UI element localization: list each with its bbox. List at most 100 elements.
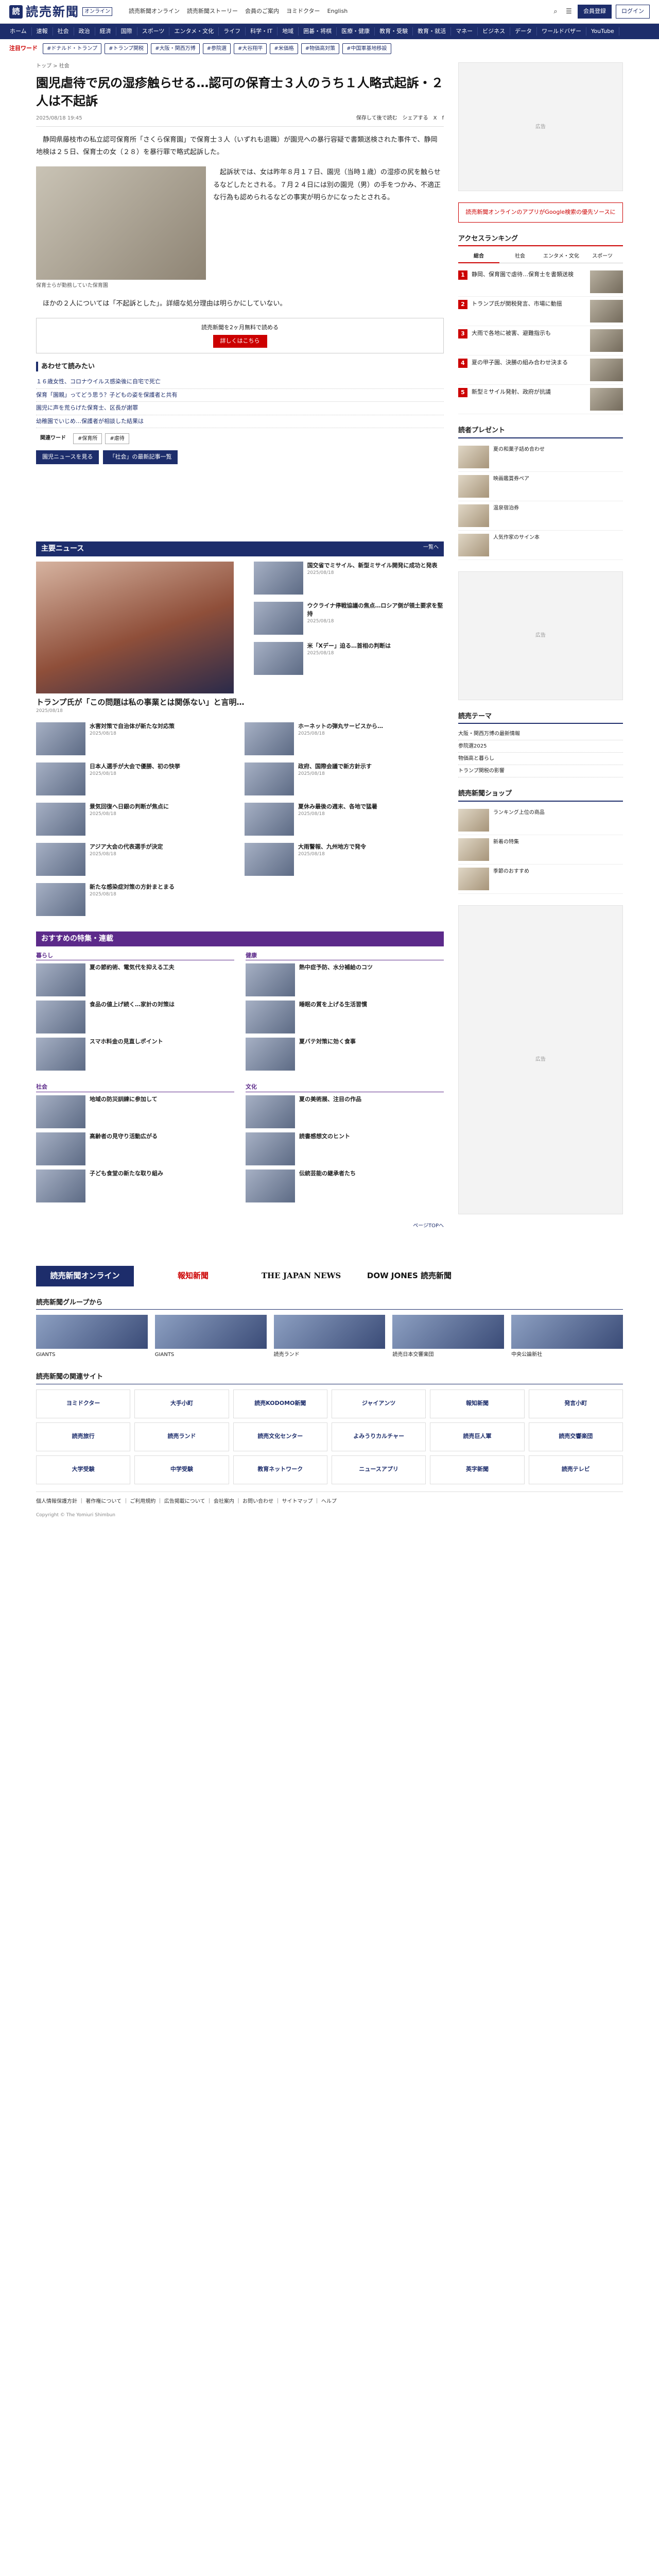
page-top-link[interactable]: ページTOPへ [36,1222,444,1230]
share-button[interactable]: シェアする [403,114,428,122]
gnav-item[interactable]: 科学・IT [246,27,278,36]
reco-item[interactable]: スマホ料金の見直しポイント [36,1038,234,1071]
ranking-tab[interactable]: スポーツ [582,250,623,263]
news-item[interactable]: 政府、国際会議で新方針示す 2025/08/18 [245,762,444,795]
partner-logo[interactable]: 報知新聞 [144,1266,242,1286]
site-item[interactable]: 読売巨人軍 [430,1422,525,1451]
group-item[interactable]: 中央公論新社 [511,1315,623,1359]
ranking-tab[interactable]: エンタメ・文化 [541,250,582,263]
site-item[interactable]: 読売旅行 [36,1422,131,1451]
main-news-more[interactable]: 一覧へ [423,544,439,554]
gnav-item[interactable]: スポーツ [137,27,170,36]
pickup-link[interactable]: トランプ関税の影響 [458,765,623,777]
shop-item[interactable]: 季節のおすすめ [458,865,623,894]
tag[interactable]: #物価高対策 [301,43,340,54]
gnav-item[interactable]: ビジネス [478,27,511,36]
gnav-item[interactable]: 政治 [74,27,95,36]
top-nav-item[interactable]: English [327,7,348,16]
reco-item[interactable]: 地域の防災訓練に参加して [36,1095,234,1128]
top-nav-item[interactable]: 読売新聞オンライン [129,7,180,16]
gnav-item[interactable]: 社会 [53,27,74,36]
group-item[interactable]: 読売ランド [273,1315,386,1359]
related-link[interactable]: 保育「園親」ってどう思う？子どもの姿を保護者と共有 [36,389,444,402]
group-item[interactable]: GIANTS [154,1315,267,1359]
related-link[interactable]: 園児に声を荒らげた保育士、区長が謝罪 [36,402,444,415]
reco-item[interactable]: 夏の美術展、注目の作品 [246,1095,444,1128]
site-item[interactable]: 読売交響楽団 [528,1422,623,1451]
sidebar-ad[interactable]: 広告 [458,905,623,1214]
article-photo[interactable] [36,166,206,280]
shop-item[interactable]: ランキング上位の商品 [458,806,623,835]
search-icon[interactable]: ⌕ [551,7,560,16]
more-news-button[interactable]: 園児ニュースを見る [36,450,99,464]
gnav-item[interactable]: マネー [451,27,478,36]
site-item[interactable]: 報知新聞 [430,1389,525,1418]
keyword-tag[interactable]: #保育所 [73,433,102,445]
reco-col-title[interactable]: 文化 [246,1083,444,1092]
ranking-tab[interactable]: 社会 [499,250,541,263]
gnav-item[interactable]: 経済 [95,27,116,36]
news-item[interactable]: 新たな感染症対策の方針まとまる 2025/08/18 [36,883,235,916]
promo-button[interactable]: 詳しくはこちら [213,335,267,348]
pickup-link[interactable]: 大阪・関西万博の最新情報 [458,728,623,740]
reco-item[interactable]: 子ども食堂の新たな取り組み [36,1169,234,1202]
gift-item[interactable]: 映画鑑賞券ペア [458,472,623,501]
gift-item[interactable]: 夏の和菓子詰め合わせ [458,443,623,472]
site-item[interactable]: 読売KODOMO新聞 [233,1389,327,1418]
gnav-item[interactable]: 医療・健康 [337,27,375,36]
site-item[interactable]: ニュースアプリ [331,1455,426,1484]
site-logo[interactable]: 読 読売新聞 オンライン [9,3,112,21]
tag[interactable]: #大阪・関西万博 [151,43,200,54]
site-item[interactable]: 教育ネットワーク [233,1455,327,1484]
gnav-item[interactable]: 教育・受験 [375,27,413,36]
reco-item[interactable]: 夏バテ対策に効く食事 [246,1038,444,1071]
partner-logo[interactable]: DOW JONES 読売新聞 [360,1266,458,1286]
tag[interactable]: #ドナルド・トランプ [43,43,102,54]
ranking-tab[interactable]: 総合 [458,250,499,263]
pickup-link[interactable]: 参院選2025 [458,740,623,753]
breadcrumb[interactable]: トップ > 社会 [36,62,444,70]
tag[interactable]: #米価格 [270,43,298,54]
reco-item[interactable]: 食品の値上げ続く…家計の対策は [36,1001,234,1034]
gnav-item[interactable]: ライフ [219,27,246,36]
ranking-item[interactable]: 4 夏の甲子園、決勝の組み合わせ決まる [458,355,623,385]
news-item[interactable]: 米「Xデー」迫る…首相の判断は 2025/08/18 [253,641,444,675]
lead-title[interactable]: トランプ氏が「この問題は私の事業とは関係ない」と言明… [36,697,245,708]
lead-photo[interactable] [36,561,234,693]
shop-item[interactable]: 新着の特集 [458,835,623,865]
group-item[interactable]: 読売日本交響楽団 [392,1315,505,1359]
reco-item[interactable]: 伝統芸能の継承者たち [246,1169,444,1202]
site-item[interactable]: ヨミドクター [36,1389,131,1418]
login-button[interactable]: ログイン [616,5,650,19]
gnav-item[interactable]: 速報 [32,27,53,36]
reco-item[interactable]: 高齢者の見守り活動広がる [36,1132,234,1165]
news-item[interactable]: 景気回復へ日銀の判断が焦点に 2025/08/18 [36,802,235,836]
site-item[interactable]: よみうりカルチャー [331,1422,426,1451]
top-nav-item[interactable]: 読売新聞ストーリー [187,7,238,16]
partner-logo[interactable]: THE JAPAN NEWS [252,1266,350,1286]
ranking-item[interactable]: 1 静岡、保育園で虐待…保育士を書類送検 [458,267,623,297]
pickup-link[interactable]: 物価高と暮らし [458,753,623,765]
gnav-item[interactable]: データ [510,27,537,36]
news-item[interactable]: アジア大会の代表選手が決定 2025/08/18 [36,842,235,876]
news-item[interactable]: ウクライナ停戦協議の焦点…ロシア側が領土要求を堅持 2025/08/18 [253,601,444,635]
news-item[interactable]: 大雨警報、九州地方で発令 2025/08/18 [245,842,444,876]
site-item[interactable]: ジャイアンツ [331,1389,426,1418]
menu-icon[interactable]: ☰ [564,7,574,16]
app-banner[interactable]: 読売新聞オンラインのアプリがGoogle検索の優先ソースに [458,202,623,223]
ranking-item[interactable]: 5 新型ミサイル発射、政府が抗議 [458,385,623,414]
news-item[interactable]: 国交省でミサイル、新型ミサイル開発に成功と発表 2025/08/18 [253,561,444,595]
bookmark-button[interactable]: 保存して後で読む [356,114,397,122]
top-nav-item[interactable]: ヨミドクター [286,7,320,16]
news-item[interactable]: 日本人選手が大会で優勝、初の快挙 2025/08/18 [36,762,235,795]
tag[interactable]: #トランプ関税 [105,43,148,54]
gift-item[interactable]: 温泉宿泊券 [458,501,623,531]
top-nav-item[interactable]: 会員のご案内 [245,7,279,16]
gnav-item[interactable]: 地域 [278,27,299,36]
site-item[interactable]: 読売文化センター [233,1422,327,1451]
site-item[interactable]: 大手小町 [134,1389,229,1418]
category-list-button[interactable]: 「社会」の最新記事一覧 [103,450,178,464]
keyword-tag[interactable]: #虐待 [105,433,129,445]
gnav-item[interactable]: 囲碁・将棋 [299,27,337,36]
site-item[interactable]: 読売ランド [134,1422,229,1451]
